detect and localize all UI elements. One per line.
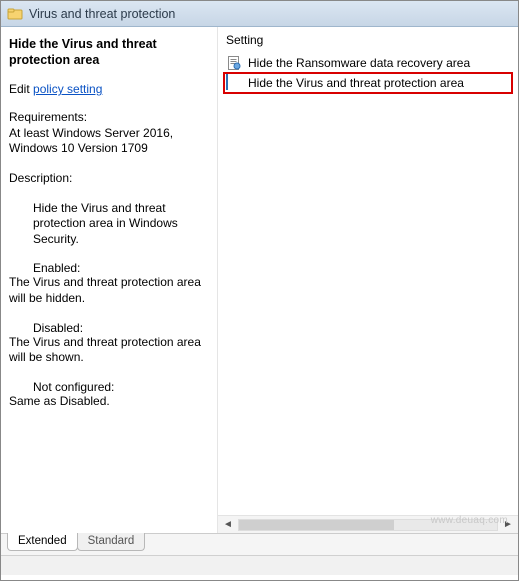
enabled-body: The Virus and threat protection area wil… [9,275,209,306]
setting-column-header[interactable]: Setting [218,27,518,51]
list-item-label: Hide the Virus and threat protection are… [248,76,464,90]
enabled-label: Enabled: [33,261,209,275]
disabled-label: Disabled: [33,321,209,335]
scroll-left-arrow-icon[interactable]: ◄ [220,518,236,532]
notconfigured-body: Same as Disabled. [9,394,209,410]
selected-setting-heading: Hide the Virus and threat protection are… [9,37,209,68]
edit-policy-row: Edit policy setting [9,82,209,96]
status-bar [1,555,518,575]
list-item[interactable]: Hide the Virus and threat protection are… [224,73,512,93]
list-item-label: Hide the Ransomware data recovery area [248,56,470,70]
policy-setting-link[interactable]: policy setting [33,82,102,96]
settings-list: Hide the Ransomware data recovery area H… [218,51,518,515]
scroll-thumb[interactable] [239,520,394,530]
edit-prefix: Edit [9,82,33,96]
list-item[interactable]: Hide the Ransomware data recovery area [224,53,512,73]
requirements-line2: Windows 10 Version 1709 [9,141,209,157]
settings-pane: Setting Hide the Ransomware data recover… [218,27,518,533]
description-body: Hide the Virus and threat protection are… [33,201,209,248]
description-pane: Hide the Virus and threat protection are… [1,27,218,533]
requirements-label: Requirements: [9,110,209,126]
tab-extended[interactable]: Extended [7,533,78,551]
policy-icon [226,75,242,91]
window-title: Virus and threat protection [29,7,175,21]
folder-icon [7,6,23,22]
policy-icon [226,55,242,71]
notconfigured-label: Not configured: [33,380,209,394]
requirements-block: Requirements: At least Windows Server 20… [9,110,209,157]
title-bar: Virus and threat protection [1,1,518,27]
view-tabs: Extended Standard [1,533,518,555]
disabled-body: The Virus and threat protection area wil… [9,335,209,366]
content-area: Hide the Virus and threat protection are… [1,27,518,533]
watermark-text: www.deuaq.com [431,515,508,526]
description-label: Description: [9,171,209,187]
requirements-line1: At least Windows Server 2016, [9,126,209,142]
tab-standard[interactable]: Standard [77,533,146,551]
